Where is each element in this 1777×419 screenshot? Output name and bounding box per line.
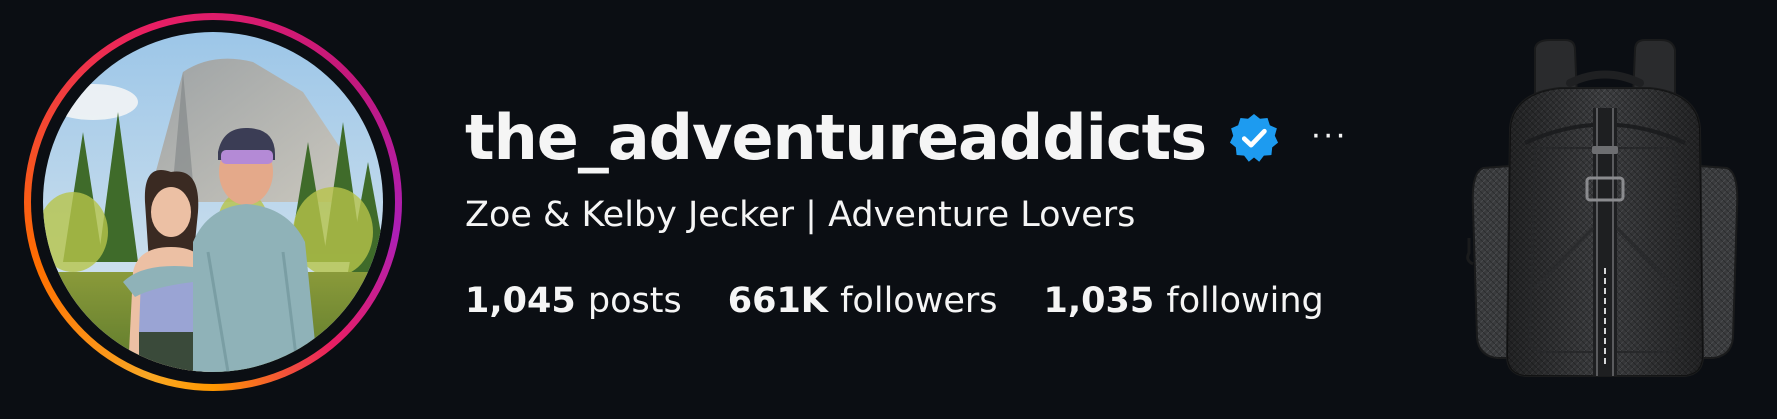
profile-header: the_adventureaddicts ··· Zoe & Kelby Jec… — [0, 0, 1777, 419]
following-stat[interactable]: 1,035 following — [1044, 277, 1324, 325]
bio: Zoe & Kelby Jecker | Adventure Lovers — [465, 195, 1136, 235]
more-options-icon[interactable]: ··· — [1310, 117, 1347, 152]
posts-count: 1,045 — [465, 281, 588, 321]
avatar-photo-art — [43, 32, 383, 372]
followers-label: followers — [840, 281, 998, 321]
avatar-story-ring[interactable] — [24, 13, 402, 391]
verified-badge-icon — [1228, 112, 1280, 164]
avatar[interactable] — [43, 32, 383, 372]
posts-stat[interactable]: 1,045 posts — [465, 277, 682, 325]
posts-label: posts — [587, 281, 682, 321]
profile-stats: 1,045 posts 661K followers 1,035 followi… — [465, 277, 1370, 325]
followers-count: 661K — [727, 281, 841, 321]
following-label: following — [1166, 281, 1324, 321]
username-row: the_adventureaddicts ··· — [465, 98, 1347, 178]
followers-stat[interactable]: 661K followers — [728, 277, 998, 325]
backpack-image — [1465, 38, 1745, 384]
following-count: 1,035 — [1043, 281, 1167, 321]
username[interactable]: the_adventureaddicts — [465, 98, 1207, 178]
